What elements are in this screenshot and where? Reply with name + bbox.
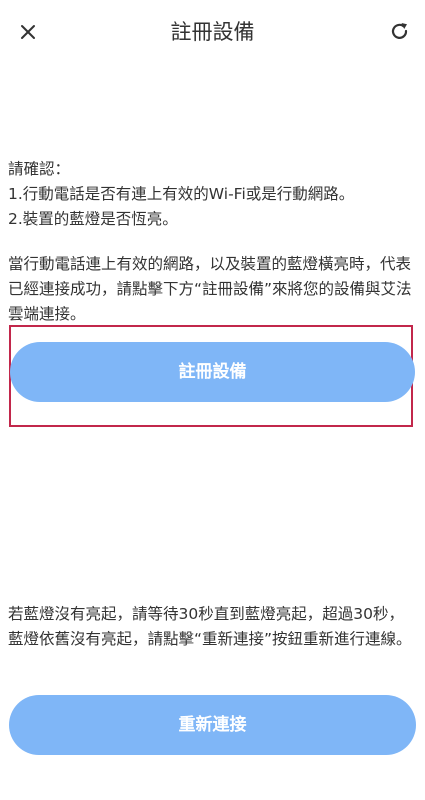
connection-success-text: 當行動電話連上有效的網路，以及裝置的藍燈橫亮時，代表已經連接成功，請點擊下方“註… <box>8 255 412 323</box>
header-bar: 註冊設備 <box>0 0 425 64</box>
refresh-button[interactable] <box>386 18 414 46</box>
refresh-icon <box>391 23 408 39</box>
retry-note-text: 若藍燈沒有亮起，請等待30秒直到藍燈亮起，超過30秒，藍燈依舊沒有亮起，請點擊“… <box>8 605 412 648</box>
instruction-item-1: 1.行動電話是否有連上有效的Wi-Fi或是行動網路。 <box>8 185 355 203</box>
instruction-item-2: 2.裝置的藍燈是否恆亮。 <box>8 210 178 228</box>
instructions-heading: 請確認： <box>8 160 71 178</box>
page-title: 註冊設備 <box>170 20 255 44</box>
reconnect-button[interactable]: 重新連接 <box>9 695 416 755</box>
confirm-instructions: 請確認： 1.行動電話是否有連上有效的Wi-Fi或是行動網路。 2.裝置的藍燈是… <box>8 157 418 232</box>
register-device-button[interactable]: 註冊設備 <box>10 342 415 402</box>
